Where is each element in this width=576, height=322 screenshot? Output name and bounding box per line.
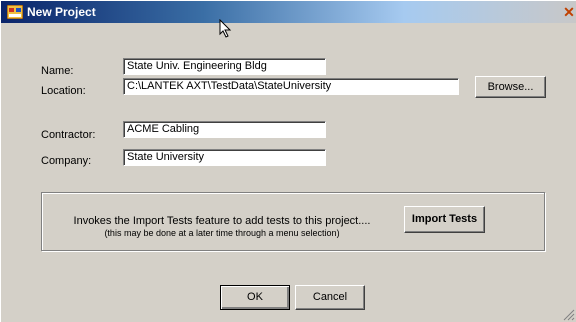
import-hint: (this may be done at a later time throug… (104, 228, 340, 238)
close-icon[interactable]: ✕ (561, 3, 576, 21)
name-label: Name: (41, 65, 74, 77)
company-field[interactable]: State University (123, 149, 326, 166)
import-tests-button[interactable]: Import Tests (404, 206, 485, 233)
app-window-icon (7, 5, 23, 19)
contractor-field[interactable]: ACME Cabling (123, 121, 326, 138)
cancel-button[interactable]: Cancel (295, 285, 365, 310)
import-tests-group: Invokes the Import Tests feature to add … (41, 192, 545, 251)
browse-button[interactable]: Browse... (475, 76, 546, 98)
title-bar[interactable]: New Project ✕ (1, 1, 576, 23)
name-field[interactable]: State Univ. Engineering Bldg (123, 58, 326, 75)
mouse-cursor-icon (219, 19, 232, 38)
window-title: New Project (27, 5, 96, 19)
contractor-label: Contractor: (41, 129, 96, 141)
location-field[interactable]: C:\LANTEK AXT\TestData\StateUniversity (123, 78, 459, 95)
location-label: Location: (41, 85, 86, 97)
new-project-dialog: New Project ✕ Name: State Univ. Engineer… (0, 0, 576, 322)
resize-grip-icon[interactable] (561, 307, 575, 321)
company-label: Company: (41, 155, 92, 167)
ok-button[interactable]: OK (220, 285, 290, 310)
import-description: Invokes the Import Tests feature to add … (73, 215, 371, 227)
